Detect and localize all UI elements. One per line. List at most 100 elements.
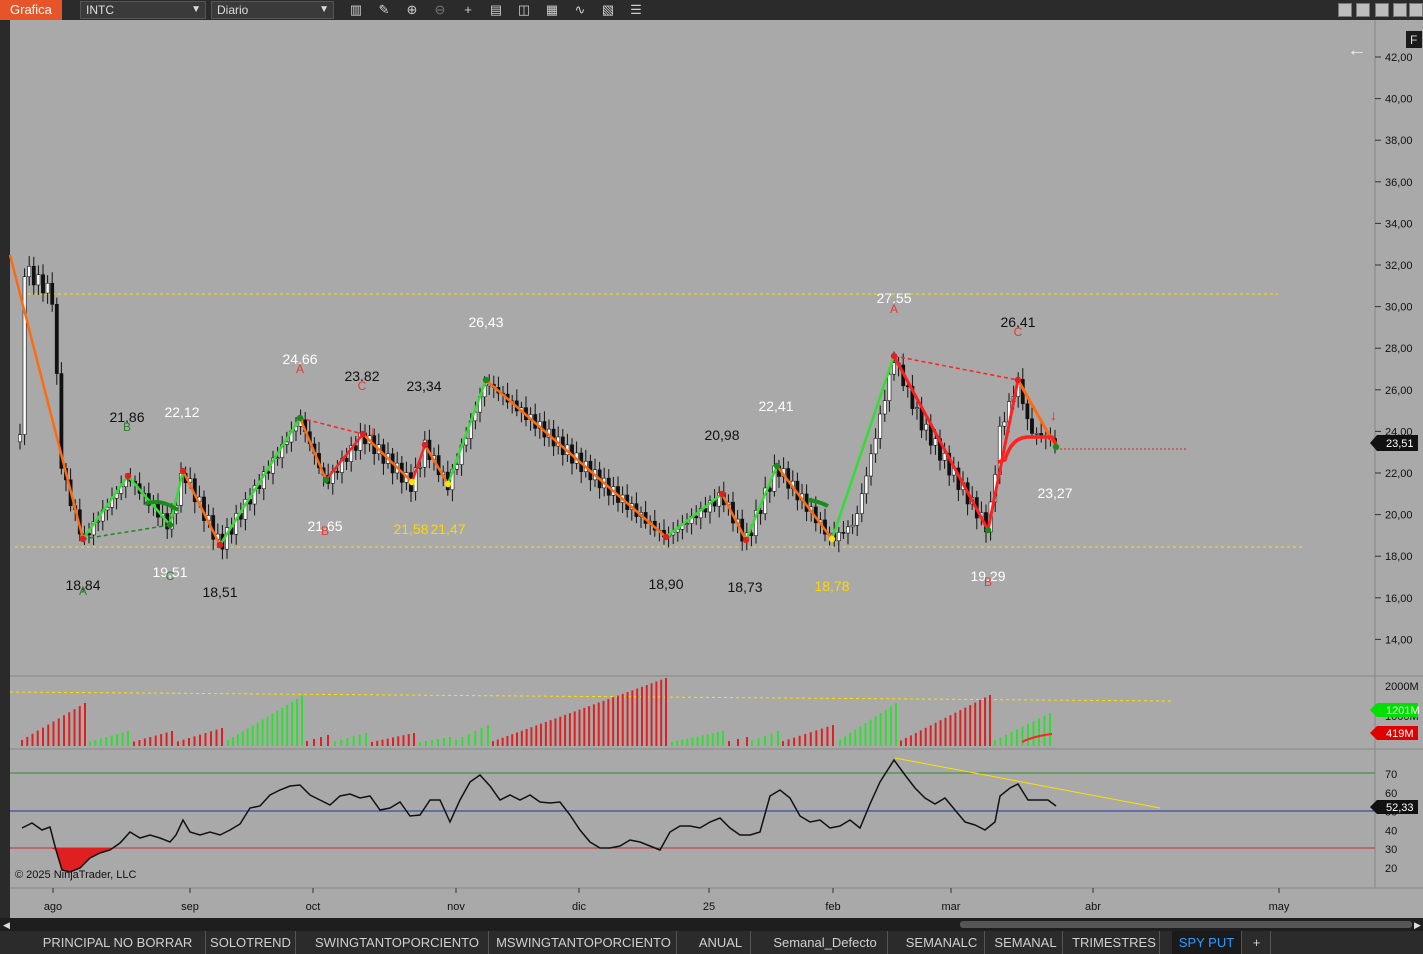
volume-bar xyxy=(588,706,591,746)
tab-semanalc[interactable]: SEMANALC xyxy=(899,931,985,954)
volume-bar xyxy=(199,734,201,746)
time-tick-label: ago xyxy=(44,901,62,913)
scroll-right-icon[interactable]: ▶ xyxy=(1414,920,1421,931)
time-tick-label: mar xyxy=(942,901,961,913)
volume-bar xyxy=(36,730,39,746)
volume-bar xyxy=(751,740,753,746)
template-icon[interactable]: ◫ xyxy=(515,2,533,18)
properties-icon[interactable]: ▤ xyxy=(487,2,505,18)
volume-bar xyxy=(809,732,812,746)
volume-bar xyxy=(386,738,389,746)
back-arrow-icon[interactable]: ← xyxy=(1347,39,1367,61)
swing-point xyxy=(482,376,490,384)
volume-bar xyxy=(340,739,343,746)
volume-bar xyxy=(757,738,760,746)
volume-bar xyxy=(889,706,892,746)
tab-semanal[interactable]: SEMANAL xyxy=(989,931,1063,954)
volume-bar xyxy=(160,734,163,746)
volume-bar xyxy=(764,735,766,746)
candle-body xyxy=(924,423,929,431)
list-icon[interactable]: ☰ xyxy=(627,2,645,18)
price-tick-label: 22,00 xyxy=(1385,468,1413,480)
volume-bar xyxy=(573,711,576,746)
price-tick-label: 32,00 xyxy=(1385,260,1413,272)
minimize-icon[interactable] xyxy=(1375,3,1389,17)
candle-body xyxy=(869,453,873,477)
zoom-in-icon[interactable]: ⊕ xyxy=(403,2,421,18)
wave-letter: B xyxy=(984,575,992,589)
zoom-out-icon[interactable]: ⊖ xyxy=(431,2,449,18)
tab-anual[interactable]: ANUAL xyxy=(691,931,751,954)
window-tile2-icon[interactable] xyxy=(1356,3,1370,17)
tab-bar: PRINCIPAL NO BORRAR SOLOTREND SWINGTANTOPO… xyxy=(0,931,1423,954)
swing-point xyxy=(179,467,187,475)
chart-panel[interactable]: 42,00 40,00 38,00 36,00 34,00 32,00 30,00 28,00… xyxy=(0,20,1423,918)
candle-body xyxy=(864,475,869,495)
volume-bar xyxy=(869,719,872,746)
volume-bar xyxy=(256,722,259,746)
price-badge: 23,51 xyxy=(1370,435,1418,451)
volume-bar xyxy=(564,714,567,746)
scroll-left-icon[interactable]: ◀ xyxy=(3,920,10,931)
close-icon[interactable] xyxy=(1409,3,1423,17)
timeframe-selector[interactable]: Diario ▼ xyxy=(211,1,334,19)
pencil-icon[interactable]: ✎ xyxy=(375,2,393,18)
chart-trader-icon[interactable]: ▧ xyxy=(599,2,617,18)
volume-bar xyxy=(301,696,303,746)
volume-bar xyxy=(839,739,841,746)
volume-bar xyxy=(419,742,421,746)
price-tick-label: 42,00 xyxy=(1385,52,1413,64)
scrollbar-thumb[interactable] xyxy=(960,921,1412,928)
volume-bar xyxy=(261,719,264,746)
wave-letter: B xyxy=(123,420,131,434)
tab-mswingtantoporciento[interactable]: MSWINGTANTOPORCIENTO xyxy=(491,931,677,954)
add-tab-button[interactable]: + xyxy=(1243,931,1271,954)
instrument-selector[interactable]: INTC ▼ xyxy=(80,1,206,19)
volume-bar xyxy=(407,734,410,746)
volume-bar xyxy=(204,733,207,746)
volume-bar xyxy=(221,728,223,746)
swing-point xyxy=(718,490,726,498)
rsi-tick-label: 60 xyxy=(1385,788,1397,800)
volume-bar xyxy=(371,741,373,746)
bars-icon[interactable]: ▥ xyxy=(347,2,365,18)
volume-bar xyxy=(597,702,600,746)
volume-bar xyxy=(969,705,972,746)
crosshair-icon[interactable]: + xyxy=(459,2,477,18)
volume-bar xyxy=(1032,721,1035,746)
volume-bar xyxy=(826,726,829,746)
volume-bar xyxy=(934,722,937,746)
tab-swingtantoporciento[interactable]: SWINGTANTOPORCIENTO xyxy=(306,931,489,954)
volume-bar xyxy=(474,731,477,746)
rsi-tick-label: 30 xyxy=(1385,844,1397,856)
indicators-icon[interactable]: ▦ xyxy=(543,2,561,18)
window-tile-icon[interactable] xyxy=(1338,3,1352,17)
candle-body xyxy=(54,304,59,374)
chevron-down-icon: ▼ xyxy=(191,4,201,15)
swing-point xyxy=(890,352,898,360)
volume-bar xyxy=(182,739,185,746)
swing-point xyxy=(124,472,132,480)
volume-bar xyxy=(1049,713,1051,746)
time-tick-label: may xyxy=(1269,901,1290,913)
tab-solotrend[interactable]: SOLOTREND xyxy=(206,931,296,954)
candle-body xyxy=(694,515,699,519)
strategies-icon[interactable]: ∿ xyxy=(571,2,589,18)
left-margin xyxy=(0,20,10,918)
tab-semanal-defecto[interactable]: Semanal_Defecto xyxy=(763,931,888,954)
volume-bar xyxy=(884,709,887,746)
volume-bar xyxy=(864,723,867,746)
swing-point xyxy=(79,535,87,543)
current-price-text: 23,51 xyxy=(1386,438,1414,450)
volume-bar xyxy=(291,701,294,746)
tab-spy-put[interactable]: SPY PUT xyxy=(1172,931,1242,954)
maximize-icon[interactable] xyxy=(1393,3,1407,17)
volume-bar xyxy=(1010,732,1013,746)
volume-bar xyxy=(540,723,543,746)
horizontal-scrollbar[interactable]: ◀ ▶ xyxy=(0,918,1423,931)
volume-bar xyxy=(47,724,50,746)
tab-trimestres[interactable]: TRIMESTRES xyxy=(1069,931,1160,954)
tab-principal-no-borrar[interactable]: PRINCIPAL NO BORRAR xyxy=(30,931,206,954)
volume-bar xyxy=(281,707,284,746)
volume-bar xyxy=(701,735,704,746)
